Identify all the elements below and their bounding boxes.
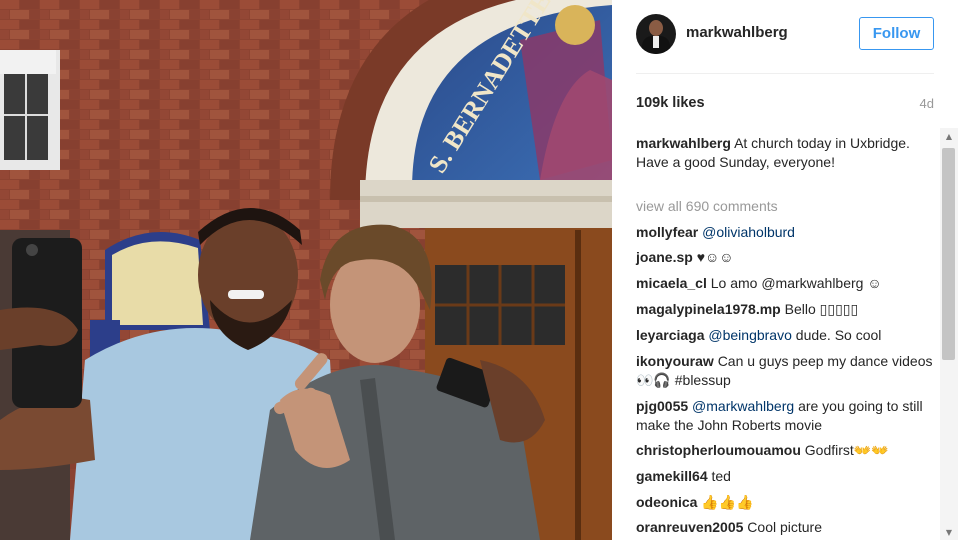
profile-avatar[interactable]	[636, 14, 676, 54]
likes-count[interactable]: 109k likes	[636, 95, 705, 111]
chevron-down-icon[interactable]: ▼	[944, 528, 954, 538]
comment-mention[interactable]: @oliviaholburd	[702, 224, 795, 240]
header-divider	[636, 73, 934, 74]
avatar-shirt	[653, 36, 659, 48]
comment-item: magalypinela1978.mp Bello ▯▯▯▯▯	[636, 300, 936, 319]
comment-username[interactable]: mollyfear	[636, 224, 698, 240]
comment-text: Lo amo @markwahlberg ☺	[710, 275, 882, 291]
comment-username[interactable]: odeonica	[636, 494, 697, 510]
caption: markwahlberg At church today in Uxbridge…	[636, 134, 936, 172]
comments-scrollbar[interactable]: ▲ ▼	[940, 128, 958, 540]
comment-username[interactable]: joane.sp	[636, 249, 693, 265]
comment-item: mollyfear @oliviaholburd	[636, 223, 936, 242]
comment-username[interactable]: pjg0055	[636, 398, 688, 414]
caption-username[interactable]: markwahlberg	[636, 135, 731, 151]
comment-text: Bello ▯▯▯▯▯	[784, 301, 859, 317]
comment-item: micaela_cl Lo amo @markwahlberg ☺	[636, 274, 936, 293]
comment-text: Godfirst👐👐	[804, 442, 889, 458]
post-username[interactable]: markwahlberg	[686, 24, 788, 41]
comment-username[interactable]: leyarciaga	[636, 327, 705, 343]
comment-item: oranreuven2005 Cool picture	[636, 518, 936, 537]
comment-item: christopherloumouamou Godfirst👐👐	[636, 441, 936, 460]
post-header: markwahlberg Follow	[612, 0, 960, 74]
comment-item: pjg0055 @markwahlberg are you going to s…	[636, 397, 936, 435]
comments-list[interactable]: markwahlberg At church today in Uxbridge…	[612, 128, 960, 540]
chevron-up-icon[interactable]: ▲	[944, 132, 954, 142]
comment-text: ♥☺☺	[696, 249, 734, 265]
post-photo[interactable]: S. BERNADETTE	[0, 0, 612, 540]
post-age[interactable]: 4d	[920, 96, 934, 111]
view-all-comments-link[interactable]: view all 690 comments	[636, 198, 778, 214]
comment-username[interactable]: gamekill64	[636, 468, 708, 484]
comment-text: Cool picture	[747, 519, 822, 535]
comment-username[interactable]: christopherloumouamou	[636, 442, 801, 458]
comment-username[interactable]: micaela_cl	[636, 275, 707, 291]
comment-item: gamekill64 ted	[636, 467, 936, 486]
comment-text: dude. So cool	[795, 327, 882, 343]
post-sidebar: markwahlberg Follow 109k likes 4d markwa…	[612, 0, 960, 540]
photo-image: S. BERNADETTE	[0, 0, 612, 540]
comment-mention[interactable]: @beingbravo	[708, 327, 792, 343]
avatar-face	[649, 20, 663, 36]
comment-text: ted	[711, 468, 731, 484]
comment-item: leyarciaga @beingbravo dude. So cool	[636, 326, 936, 345]
comment-mention[interactable]: @markwahlberg	[692, 398, 794, 414]
comment-item: ikonyouraw Can u guys peep my dance vide…	[636, 352, 936, 390]
follow-button[interactable]: Follow	[859, 17, 934, 50]
comment-username[interactable]: ikonyouraw	[636, 353, 714, 369]
scrollbar-thumb[interactable]	[942, 148, 955, 360]
comment-item: odeonica 👍👍👍	[636, 493, 936, 512]
comment-username[interactable]: oranreuven2005	[636, 519, 743, 535]
comment-text: 👍👍👍	[701, 494, 754, 510]
comment-username[interactable]: magalypinela1978.mp	[636, 301, 781, 317]
comment-item: joane.sp ♥☺☺	[636, 248, 936, 267]
